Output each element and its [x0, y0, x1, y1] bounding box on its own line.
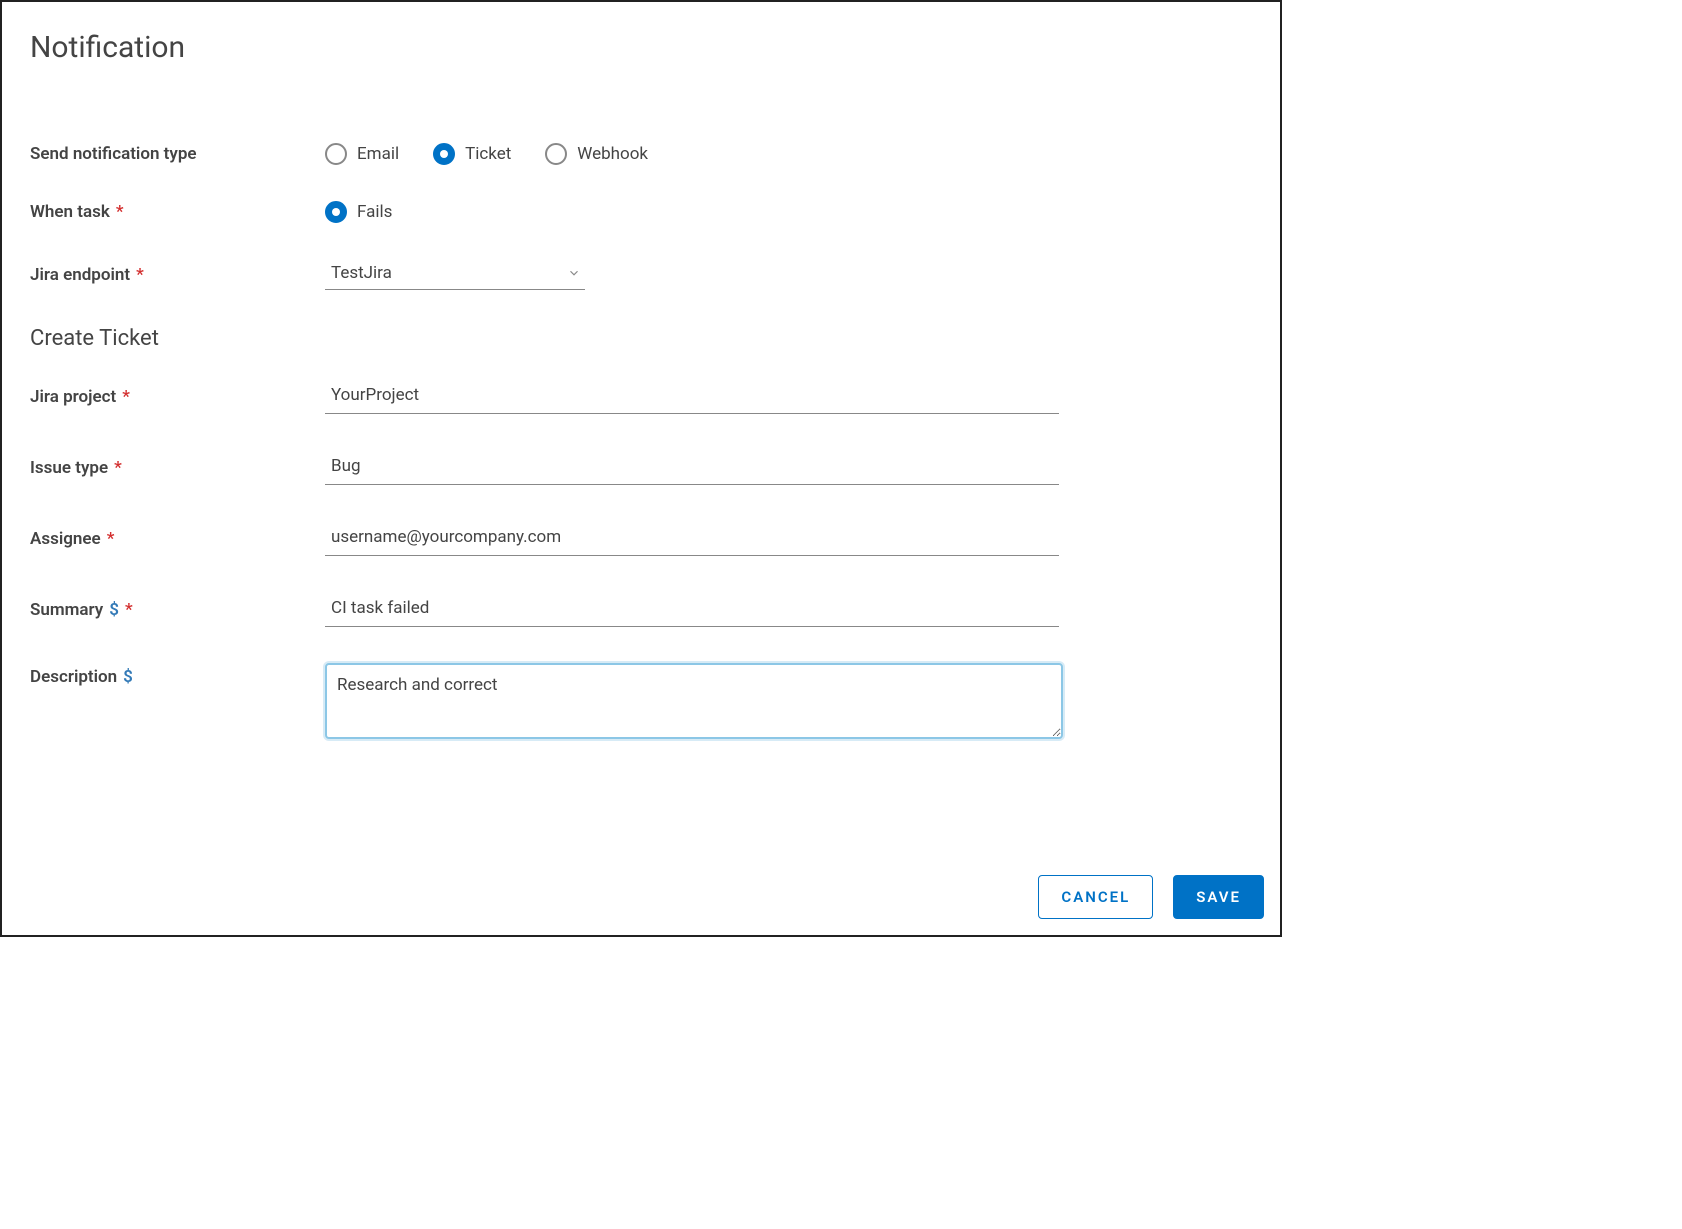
label-issue-type: Issue type * — [30, 458, 325, 478]
description-textarea[interactable] — [325, 663, 1063, 739]
label-notification-type: Send notification type — [30, 144, 325, 164]
required-indicator: * — [116, 202, 124, 222]
radio-group-when-task: Fails — [325, 201, 392, 223]
row-when-task: When task * Fails — [30, 201, 1252, 223]
label-jira-project: Jira project * — [30, 387, 325, 407]
jira-endpoint-select[interactable]: TestJira — [325, 259, 585, 290]
row-summary: Summary $ * — [30, 592, 1252, 627]
required-indicator: * — [114, 458, 122, 478]
assignee-input[interactable] — [325, 521, 1059, 556]
radio-label: Fails — [357, 202, 392, 222]
row-issue-type: Issue type * — [30, 450, 1252, 485]
variable-indicator-icon: $ — [123, 667, 133, 687]
page-title: Notification — [30, 30, 1252, 65]
radio-icon — [545, 143, 567, 165]
select-value: TestJira — [331, 263, 567, 283]
radio-label: Webhook — [577, 144, 648, 164]
summary-input[interactable] — [325, 592, 1059, 627]
radio-option-ticket[interactable]: Ticket — [433, 143, 511, 165]
label-summary: Summary $ * — [30, 600, 325, 620]
radio-option-webhook[interactable]: Webhook — [545, 143, 648, 165]
radio-label: Ticket — [465, 144, 511, 164]
radio-icon — [325, 201, 347, 223]
required-indicator: * — [136, 265, 144, 285]
radio-group-notification-type: Email Ticket Webhook — [325, 143, 648, 165]
label-jira-endpoint: Jira endpoint * — [30, 265, 325, 285]
issue-type-input[interactable] — [325, 450, 1059, 485]
row-assignee: Assignee * — [30, 521, 1252, 556]
label-assignee: Assignee * — [30, 529, 325, 549]
row-jira-endpoint: Jira endpoint * TestJira — [30, 259, 1252, 290]
radio-option-email[interactable]: Email — [325, 143, 399, 165]
button-bar: CANCEL SAVE — [1038, 875, 1264, 919]
jira-project-input[interactable] — [325, 379, 1059, 414]
variable-indicator-icon: $ — [109, 600, 119, 620]
required-indicator: * — [125, 600, 133, 620]
row-notification-type: Send notification type Email Ticket Webh… — [30, 143, 1252, 165]
row-description: Description $ — [30, 663, 1252, 744]
section-title-create-ticket: Create Ticket — [30, 326, 1252, 351]
required-indicator: * — [122, 387, 130, 407]
row-jira-project: Jira project * — [30, 379, 1252, 414]
cancel-button[interactable]: CANCEL — [1038, 875, 1153, 919]
notification-dialog: Notification Send notification type Emai… — [0, 0, 1282, 937]
radio-icon — [325, 143, 347, 165]
chevron-down-icon — [567, 266, 581, 280]
label-when-task: When task * — [30, 202, 325, 222]
radio-icon — [433, 143, 455, 165]
radio-option-fails[interactable]: Fails — [325, 201, 392, 223]
radio-label: Email — [357, 144, 399, 164]
label-description: Description $ — [30, 663, 325, 687]
required-indicator: * — [107, 529, 115, 549]
save-button[interactable]: SAVE — [1173, 875, 1264, 919]
